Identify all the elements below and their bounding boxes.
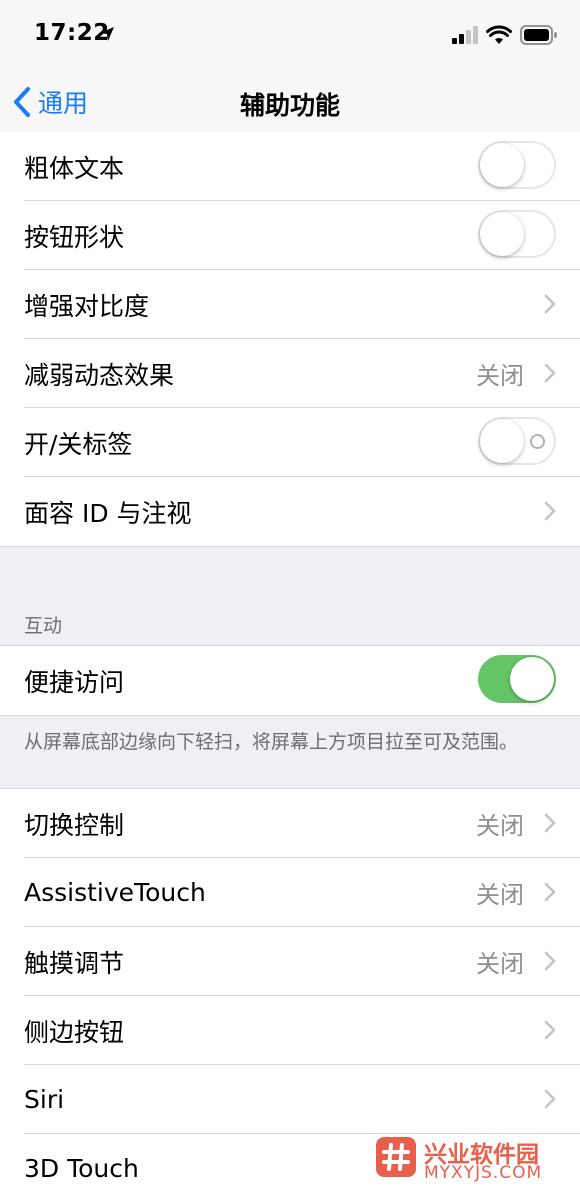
row-label: 面容 ID 与注视 xyxy=(24,498,192,528)
chevron-right-icon xyxy=(544,951,556,971)
row-label: 侧边按钮 xyxy=(24,1017,125,1047)
section-footer: 从屏幕底部边缘向下轻扫，将屏幕上方项目拉至可及范围。 xyxy=(24,731,519,753)
chevron-right-icon xyxy=(544,813,556,833)
on-off-labels-toggle[interactable] xyxy=(478,417,556,465)
row-value: 关闭 xyxy=(476,812,524,840)
battery-icon xyxy=(520,25,557,45)
row-label: 切换控制 xyxy=(24,810,125,840)
row-touch-accommodations[interactable]: 触摸调节 关闭 xyxy=(0,927,580,996)
watermark-logo: 兴业软件园 MYXYJS.COM xyxy=(374,1133,574,1189)
row-assistivetouch[interactable]: AssistiveTouch 关闭 xyxy=(0,858,580,927)
row-reduce-motion[interactable]: 减弱动态效果 关闭 xyxy=(0,339,580,408)
chevron-right-icon xyxy=(544,501,556,521)
toggle-knob xyxy=(480,419,524,463)
chevron-right-icon xyxy=(544,1020,556,1040)
button-shapes-toggle[interactable] xyxy=(478,210,556,258)
cellular-signal-icon xyxy=(452,26,478,44)
row-side-button[interactable]: 侧边按钮 xyxy=(0,996,580,1065)
chevron-right-icon xyxy=(544,1089,556,1109)
chevron-right-icon xyxy=(544,294,556,314)
bold-text-toggle[interactable] xyxy=(478,141,556,189)
page-title: 辅助功能 xyxy=(239,91,340,120)
toggle-knob xyxy=(510,657,554,701)
row-value: 关闭 xyxy=(476,950,524,978)
row-increase-contrast[interactable]: 增强对比度 xyxy=(0,270,580,339)
row-button-shapes[interactable]: 按钮形状 xyxy=(0,201,580,270)
row-siri[interactable]: Siri xyxy=(0,1065,580,1134)
row-label: 粗体文本 xyxy=(24,153,125,183)
row-on-off-labels[interactable]: 开/关标签 xyxy=(0,408,580,477)
row-label: 便捷访问 xyxy=(24,667,125,697)
off-indicator-icon xyxy=(530,434,545,449)
hash-icon xyxy=(376,1137,416,1177)
navigation-bar: 通用 辅助功能 xyxy=(0,68,580,137)
row-face-id-attention[interactable]: 面容 ID 与注视 xyxy=(0,477,580,546)
row-bold-text[interactable]: 粗体文本 xyxy=(0,132,580,201)
row-label: 按钮形状 xyxy=(24,222,125,252)
row-label: Siri xyxy=(24,1085,65,1114)
reachability-group: 便捷访问 xyxy=(0,645,580,716)
row-label: 触摸调节 xyxy=(24,948,125,978)
wifi-icon xyxy=(486,25,512,44)
row-value: 关闭 xyxy=(476,362,524,390)
row-value: 关闭 xyxy=(476,881,524,909)
status-bar: 17:22 xyxy=(0,0,580,68)
toggle-knob xyxy=(480,143,524,187)
row-reachability[interactable]: 便捷访问 xyxy=(0,646,580,715)
vision-settings-group: 粗体文本 按钮形状 增强对比度 减弱动态效果 关闭 开/关标签 面容 ID 与注… xyxy=(0,132,580,547)
row-label: 减弱动态效果 xyxy=(24,360,175,390)
chevron-right-icon xyxy=(544,363,556,383)
row-label: AssistiveTouch xyxy=(24,878,206,907)
location-arrow-icon xyxy=(100,27,114,41)
reachability-toggle[interactable] xyxy=(478,655,556,703)
row-label: 3D Touch xyxy=(24,1154,139,1183)
row-label: 开/关标签 xyxy=(24,429,133,459)
watermark-subtitle: MYXYJS.COM xyxy=(424,1163,543,1183)
chevron-right-icon xyxy=(544,882,556,902)
row-switch-control[interactable]: 切换控制 关闭 xyxy=(0,789,580,858)
toggle-knob xyxy=(480,212,524,256)
row-label: 增强对比度 xyxy=(24,291,150,321)
section-header: 互动 xyxy=(24,615,63,637)
